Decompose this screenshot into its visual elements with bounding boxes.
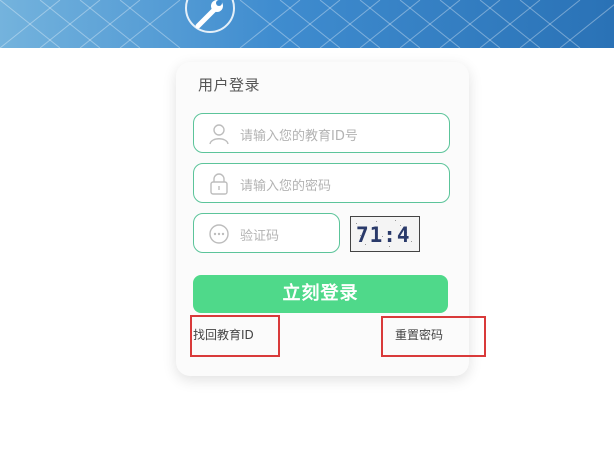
lock-icon [210,173,228,195]
captcha-image[interactable]: 71:4 [350,216,420,252]
find-id-highlight-box [190,315,280,357]
captcha-text: 71:4 [356,223,411,247]
wrench-icon [185,0,235,33]
chat-bubble-icon [209,224,229,244]
user-icon [209,124,229,145]
captcha-noise: 71:4 [356,220,412,247]
login-button[interactable]: 立刻登录 [193,275,448,313]
header-banner [0,0,614,48]
password-field[interactable]: 请输入您的密码 [193,163,450,203]
login-title: 用户登录 [198,76,261,94]
education-id-field[interactable]: 请输入您的教育ID号 [193,113,450,153]
banner-pattern [0,0,614,48]
education-id-placeholder: 请输入您的教育ID号 [240,129,358,144]
captcha-placeholder: 验证码 [240,229,280,244]
password-placeholder: 请输入您的密码 [240,179,332,194]
captcha-field[interactable]: 验证码 [193,213,340,253]
reset-password-highlight-box [381,316,486,357]
